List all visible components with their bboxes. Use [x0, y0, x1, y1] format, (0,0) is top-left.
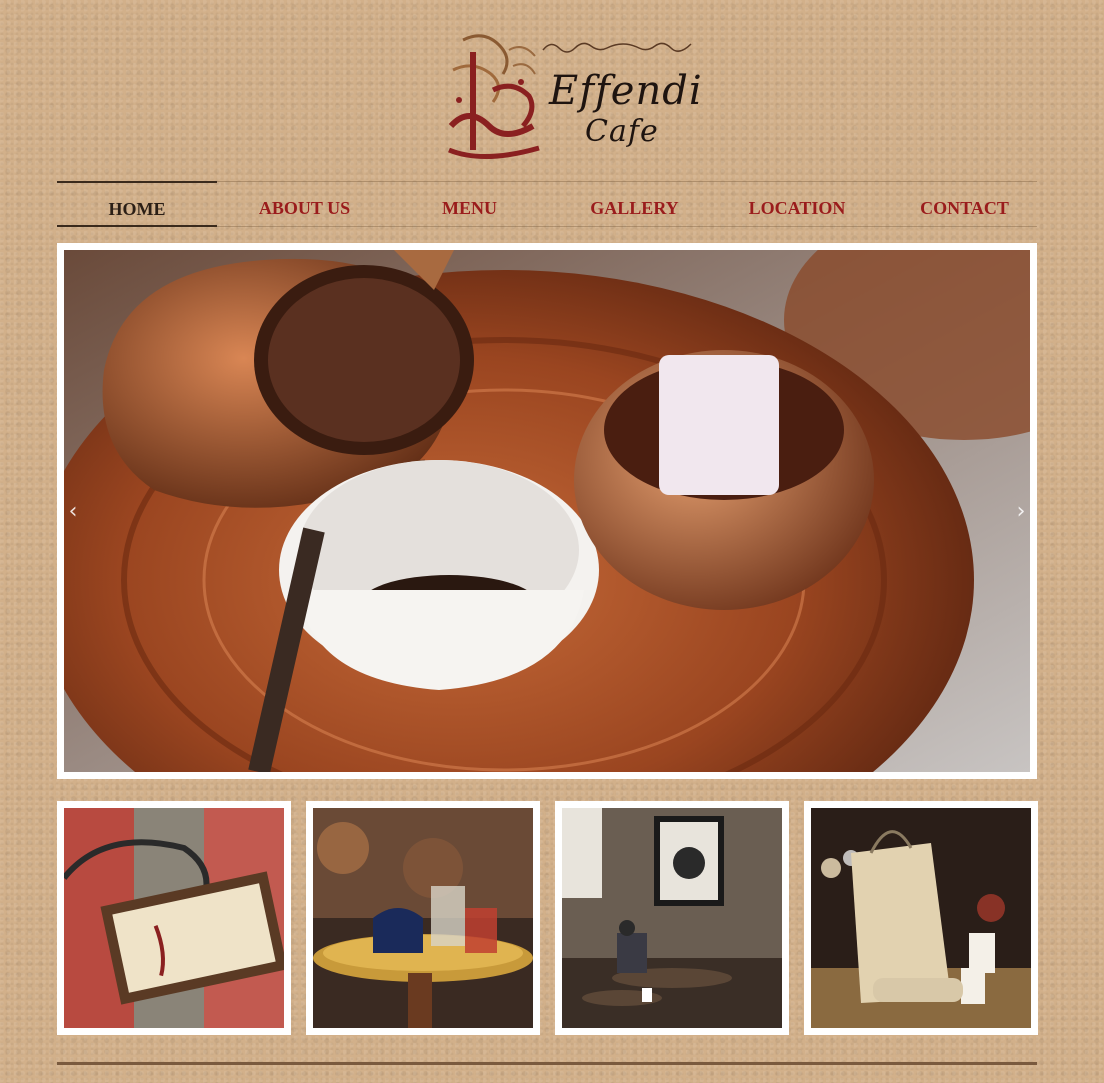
- gallery-thumb-2[interactable]: [306, 801, 540, 1035]
- gallery-thumb-3[interactable]: [555, 801, 789, 1035]
- main-nav: HOME ABOUT US MENU GALLERY LOCATION CONT…: [57, 181, 1037, 227]
- slideshow-next-arrow[interactable]: ›: [1011, 497, 1031, 527]
- arabic-script-line: [542, 42, 692, 53]
- logo-wordmark-sub: Cafe: [585, 114, 659, 149]
- thumb-image-tea-tray: [313, 808, 533, 1028]
- gallery-thumb-4[interactable]: [804, 801, 1038, 1035]
- footer-divider: [57, 1062, 1037, 1065]
- hero-image: [64, 250, 1030, 772]
- arabic-calligraphy-logo-mark: [448, 34, 540, 159]
- slideshow-prev-arrow[interactable]: ‹: [63, 497, 83, 527]
- turkish-coffee-illustration: [64, 250, 1030, 772]
- thumb-image-branded-bag: [811, 808, 1031, 1028]
- nav-gallery[interactable]: GALLERY: [552, 182, 717, 226]
- thumb-image-cafe-sign: [64, 808, 284, 1028]
- logo-wordmark: Effendi: [549, 68, 703, 114]
- thumb-image-cafe-interior: [562, 808, 782, 1028]
- hero-slideshow: [57, 243, 1037, 779]
- nav-location[interactable]: LOCATION: [717, 182, 877, 226]
- chevron-right-icon: ›: [1016, 499, 1026, 524]
- nav-menu[interactable]: MENU: [387, 182, 552, 226]
- chevron-left-icon: ‹: [68, 499, 78, 524]
- nav-home[interactable]: HOME: [57, 181, 217, 227]
- gallery-thumb-1[interactable]: [57, 801, 291, 1035]
- nav-about-us[interactable]: ABOUT US: [222, 182, 387, 226]
- nav-contact[interactable]: CONTACT: [882, 182, 1047, 226]
- logo[interactable]: Effendi Cafe: [443, 24, 702, 166]
